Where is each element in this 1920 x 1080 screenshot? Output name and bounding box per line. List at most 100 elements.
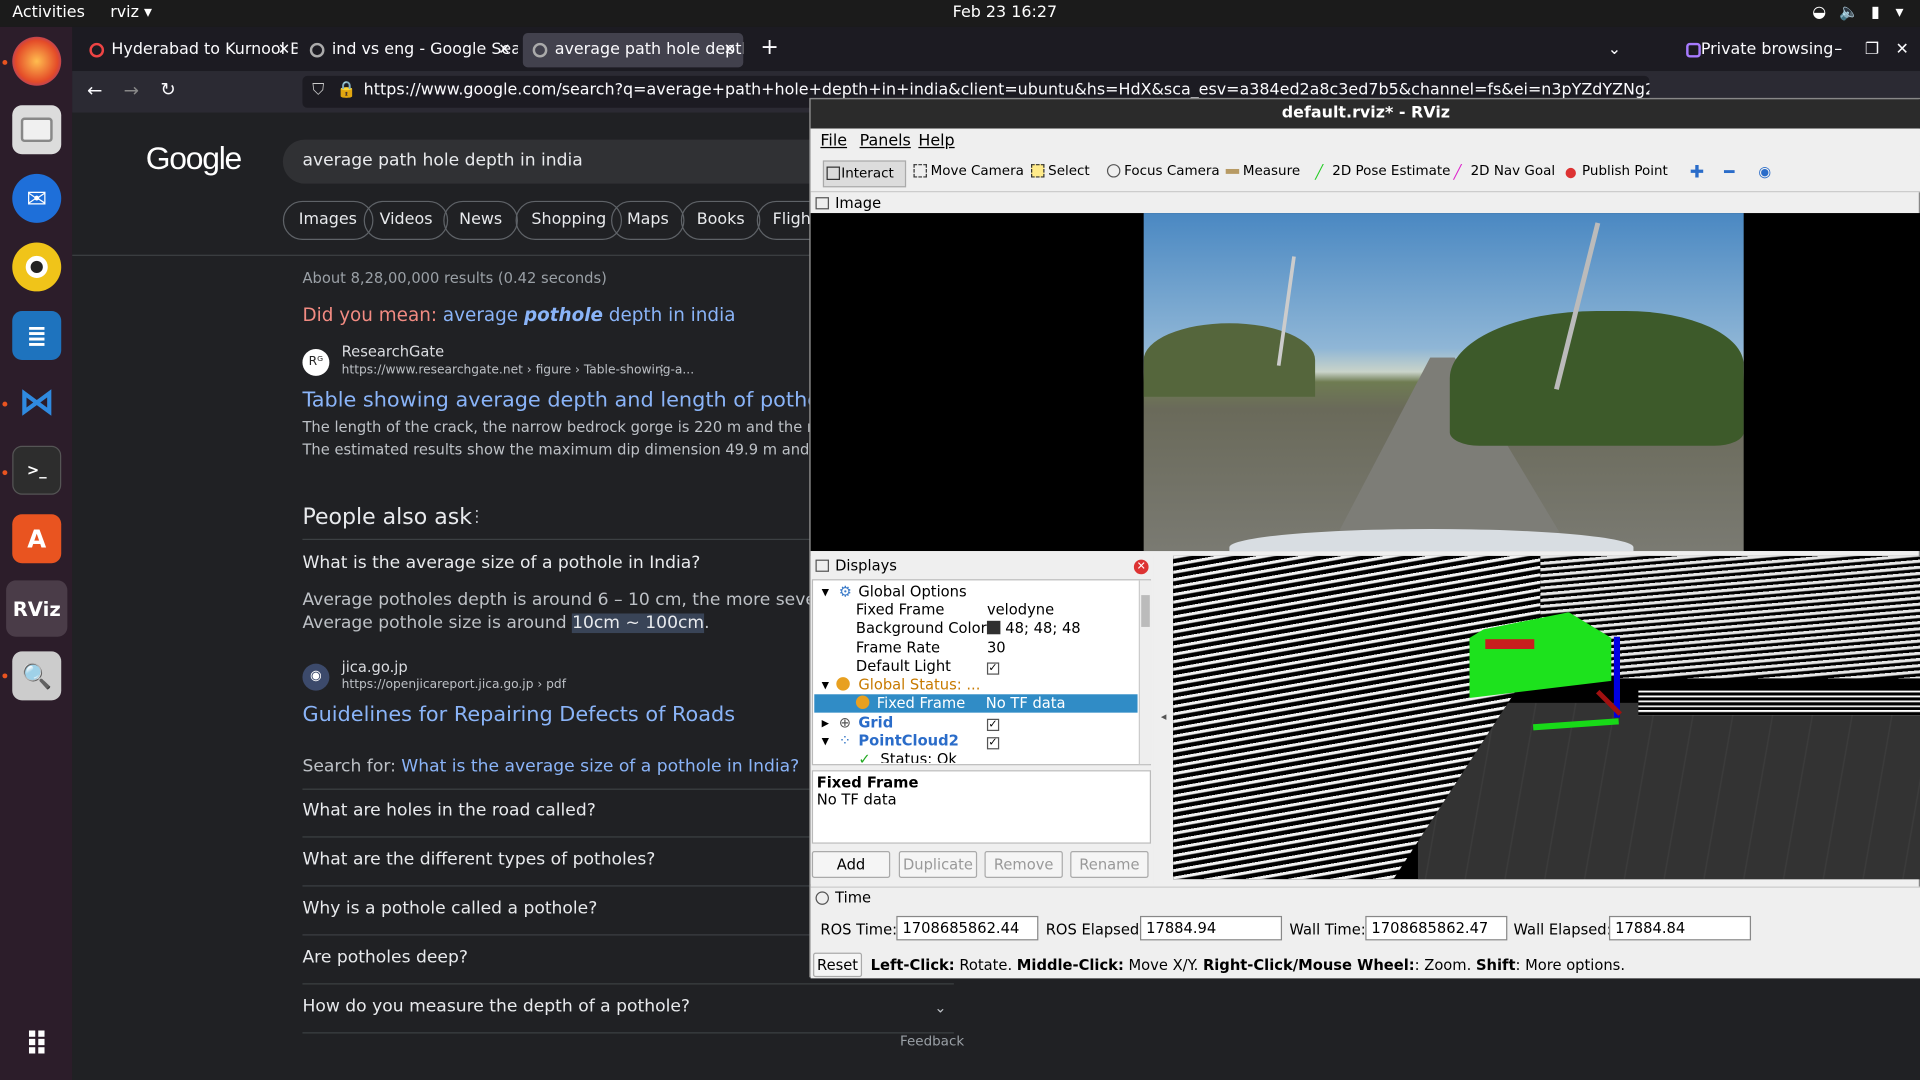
result-title-link[interactable]: Table showing average depth and length o… [302, 388, 875, 412]
activities-button[interactable]: Activities [12, 4, 85, 22]
add-tool-icon[interactable]: ✚ [1690, 163, 1704, 187]
splitter-handle-icon[interactable]: ◂ [1161, 711, 1167, 723]
tool-2d-pose-estimate[interactable]: ╱ 2D Pose Estimate [1315, 163, 1450, 187]
ros-time-field[interactable]: 1708685862.44 [896, 915, 1039, 941]
google-logo[interactable]: Google [146, 140, 243, 178]
expand-arrow-icon[interactable]: ▾ [822, 676, 829, 693]
menu-file[interactable]: File [820, 132, 847, 150]
tree-frame-rate[interactable]: Frame Rate 30 [817, 639, 1140, 657]
clock[interactable]: Feb 23 16:27 [953, 4, 1057, 22]
vscode-icon[interactable]: ⋈ [12, 377, 61, 426]
close-window-icon[interactable]: ✕ [1891, 33, 1913, 67]
expand-arrow-icon[interactable]: ▾ [822, 732, 829, 749]
tool-select[interactable]: Select [1031, 163, 1090, 187]
tree-default-light[interactable]: Default Light ✓ [817, 658, 1140, 676]
tree-status-ok[interactable]: ✓ Status: Ok [817, 751, 1140, 763]
firefox-icon[interactable] [12, 36, 62, 86]
add-button[interactable]: Add [811, 851, 891, 878]
chip-books[interactable]: Books [680, 200, 761, 241]
forward-icon[interactable]: → [124, 80, 139, 102]
wifi-icon[interactable]: ◒ [1812, 4, 1826, 22]
close-icon[interactable]: ✕ [724, 40, 736, 57]
writer-icon[interactable]: ≣ [12, 311, 62, 361]
feedback-link[interactable]: Feedback [900, 1033, 964, 1049]
tool-measure[interactable]: Measure [1225, 163, 1300, 187]
eye-icon[interactable]: ◉ [1758, 163, 1771, 187]
app-menu[interactable]: rviz ▾ [110, 4, 152, 22]
tree-global-options[interactable]: ▾ ⚙ Global Options [817, 583, 1140, 601]
chevron-down-icon[interactable]: ⌄ [934, 999, 946, 1016]
expand-arrow-icon[interactable]: ▾ [822, 583, 829, 600]
chip-maps[interactable]: Maps [611, 200, 685, 241]
tool-focus-camera[interactable]: Focus Camera [1106, 163, 1220, 187]
time-panel: Time ROS Time: 1708685862.44 ROS Elapsed… [810, 886, 1920, 979]
paa-question-expanded[interactable]: What is the average size of a pothole in… [302, 553, 700, 573]
menu-panels[interactable]: Panels [860, 132, 911, 150]
tree-grid[interactable]: ▸ ⊕ Grid ✓ [817, 714, 1140, 732]
tree-global-status[interactable]: ▾ Global Status: ... [817, 676, 1140, 694]
tool-publish-point[interactable]: ● Publish Point [1565, 163, 1668, 187]
software-icon[interactable]: A [12, 514, 62, 564]
duplicate-button[interactable]: Duplicate [898, 851, 978, 878]
terminal-icon[interactable]: >_ [12, 445, 62, 495]
checkbox-checked[interactable]: ✓ [986, 737, 1000, 750]
restore-icon[interactable]: ❐ [1860, 33, 1882, 67]
wall-elapsed-field[interactable]: 17884.84 [1608, 915, 1752, 941]
rhythmbox-icon[interactable] [12, 242, 62, 292]
remove-button[interactable]: Remove [984, 851, 1063, 878]
tool-2d-nav-goal[interactable]: ╱ 2D Nav Goal [1453, 163, 1555, 187]
close-icon[interactable]: ✕ [278, 40, 290, 57]
expand-arrow-icon[interactable]: ▸ [822, 714, 829, 731]
battery-icon[interactable]: ▮ [1871, 4, 1880, 22]
back-icon[interactable]: ← [87, 80, 102, 102]
thunderbird-icon[interactable]: ✉ [12, 173, 62, 223]
checkbox-checked[interactable]: ✓ [986, 662, 1000, 675]
result-title-link[interactable]: Guidelines for Repairing Defects of Road… [302, 703, 735, 727]
window-title[interactable]: default.rviz* - RViz [810, 99, 1920, 129]
tree-fixed-frame[interactable]: Fixed Frame velodyne [817, 601, 1140, 619]
3d-view[interactable] [1173, 555, 1920, 880]
remove-tool-icon[interactable]: ━ [1724, 163, 1734, 187]
image-panel[interactable] [810, 213, 1920, 552]
checkbox-checked[interactable]: ✓ [986, 718, 1000, 732]
tree-status-fixed-frame-selected[interactable]: Fixed Frame No TF data [814, 694, 1138, 713]
more-options-icon[interactable]: ⋮ [655, 362, 668, 378]
tree-scrollbar[interactable] [1138, 580, 1152, 765]
paa-question[interactable]: How do you measure the depth of a pothol… [302, 984, 954, 1034]
show-apps-icon[interactable]: ⠿ [12, 1021, 61, 1070]
chip-shopping[interactable]: Shopping [515, 200, 623, 241]
tool-move-camera[interactable]: Move Camera [913, 163, 1024, 187]
reload-icon[interactable]: ↻ [160, 78, 175, 100]
minimize-icon[interactable]: – [1829, 33, 1851, 67]
volume-icon[interactable]: 🔈 [1839, 4, 1859, 22]
menu-help[interactable]: Help [918, 132, 954, 150]
rviz-icon[interactable]: RViz [6, 580, 68, 637]
shield-icon[interactable]: ⛉ [312, 81, 324, 99]
files-icon[interactable] [12, 105, 62, 155]
tree-background-color[interactable]: Background Color 48; 48; 48 [817, 620, 1140, 638]
search-input[interactable]: average path hole depth in india [282, 139, 847, 184]
ros-elapsed-field[interactable]: 17884.94 [1140, 915, 1283, 941]
tree-pointcloud2[interactable]: ▾ ⁘ PointCloud2 ✓ [817, 732, 1140, 750]
close-icon[interactable]: ✕ [498, 40, 510, 57]
list-tabs-icon[interactable]: ⌄ [1603, 33, 1627, 67]
new-tab-button[interactable]: + [753, 33, 782, 67]
chip-images[interactable]: Images [282, 200, 373, 241]
tab-average-path-hole[interactable]: average path hole depth ✕ [522, 33, 744, 68]
search-for-link[interactable]: What is the average size of a pothole in… [401, 757, 799, 777]
more-options-icon[interactable]: ⋮ [469, 508, 485, 526]
rename-button[interactable]: Rename [1070, 851, 1149, 878]
did-you-mean-link[interactable]: average pothole depth in india [443, 304, 736, 326]
chip-news[interactable]: News [443, 200, 519, 241]
chip-videos[interactable]: Videos [363, 200, 449, 241]
close-panel-icon[interactable]: ✕ [1133, 559, 1149, 575]
tool-interact[interactable]: Interact [822, 160, 907, 188]
tab-ind-vs-eng[interactable]: ind vs eng - Google Searc ✕ [300, 33, 518, 67]
power-menu-icon[interactable]: ▾ [1896, 4, 1904, 22]
grid-floor [1417, 702, 1920, 880]
ros-elapsed-label: ROS Elapsed: [1045, 920, 1145, 938]
wall-time-field[interactable]: 1708685862.47 [1365, 915, 1508, 941]
image-viewer-icon[interactable]: 🔍 [12, 651, 62, 701]
reset-button[interactable]: Reset [813, 952, 863, 978]
tab-hyderabad[interactable]: Hyderabad to Kurnool Bu ✕ [80, 33, 298, 67]
